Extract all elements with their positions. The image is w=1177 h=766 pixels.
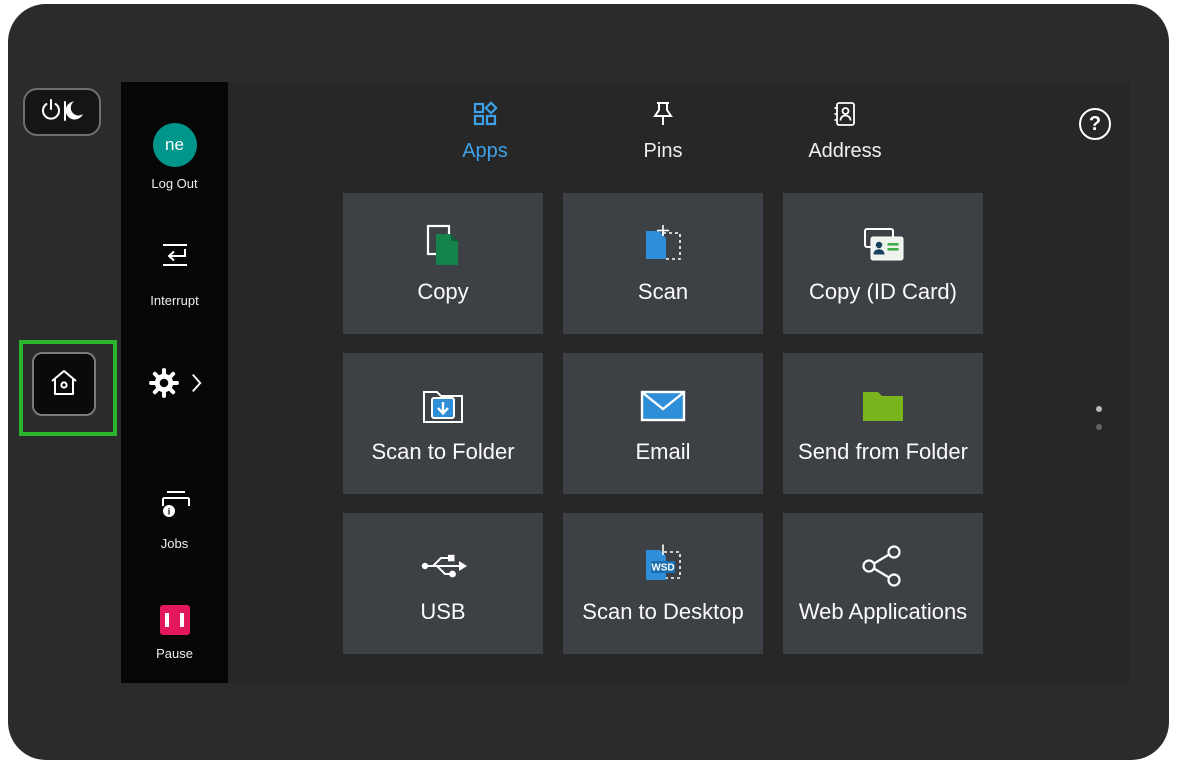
svg-text:i: i	[167, 507, 170, 517]
app-tile-send-from-folder[interactable]: Send from Folder	[783, 353, 983, 494]
app-tile-email[interactable]: Email	[563, 353, 763, 494]
app-tile-label: USB	[420, 599, 465, 625]
jobs-icon: i	[158, 488, 192, 525]
home-button[interactable]	[32, 352, 96, 416]
id-card-icon	[856, 222, 910, 270]
page-indicator[interactable]	[1093, 406, 1105, 430]
app-tile-label: Scan	[638, 279, 688, 305]
power-button[interactable]	[23, 88, 101, 136]
app-tile-copy-id-card[interactable]: Copy (ID Card)	[783, 193, 983, 334]
apps-grid-icon	[471, 100, 499, 133]
question-mark-icon: ?	[1089, 113, 1101, 136]
interrupt-icon	[158, 240, 192, 275]
copy-icon	[417, 222, 469, 270]
sidebar-item-logout[interactable]: ne Log Out	[121, 123, 228, 191]
tab-pins[interactable]: Pins	[603, 100, 723, 163]
tab-address[interactable]: Address	[785, 100, 905, 163]
scan-to-desktop-icon: WSD	[636, 542, 690, 590]
interrupt-label: Interrupt	[150, 293, 198, 308]
jobs-label: Jobs	[161, 536, 188, 551]
app-tile-label: Web Applications	[799, 599, 967, 625]
screenshot-root: ne Log Out	[0, 0, 1177, 766]
scan-to-folder-icon	[416, 382, 470, 430]
avatar-initials: ne	[165, 135, 184, 155]
tab-apps[interactable]: Apps	[425, 100, 545, 163]
app-tile-label: Email	[635, 439, 690, 465]
tab-apps-label: Apps	[462, 140, 508, 163]
tab-address-label: Address	[808, 140, 881, 163]
wsd-badge: WSD	[651, 563, 674, 574]
email-icon	[637, 382, 689, 430]
send-from-folder-icon	[856, 382, 910, 430]
page-dot-active[interactable]	[1096, 406, 1102, 412]
page-dot[interactable]	[1096, 424, 1102, 430]
app-tile-label: Send from Folder	[798, 439, 968, 465]
avatar: ne	[153, 123, 197, 167]
app-tile-label: Copy (ID Card)	[809, 279, 957, 305]
logout-label: Log Out	[151, 176, 197, 191]
pin-icon	[650, 100, 676, 133]
screen: ne Log Out	[121, 82, 1130, 683]
help-button[interactable]: ?	[1079, 108, 1111, 140]
app-tile-label: Scan to Folder	[371, 439, 514, 465]
app-tile-scan-to-desktop[interactable]: WSD Scan to Desktop	[563, 513, 763, 654]
main-content: Apps Pins	[228, 82, 1130, 683]
scan-icon	[637, 222, 689, 270]
app-tile-copy[interactable]: Copy	[343, 193, 543, 334]
home-icon	[47, 366, 81, 403]
sidebar-item-jobs[interactable]: i Jobs	[121, 488, 228, 551]
address-book-icon	[831, 100, 859, 133]
app-tile-label: Scan to Desktop	[582, 599, 743, 625]
app-tile-scan-to-folder[interactable]: Scan to Folder	[343, 353, 543, 494]
tab-pins-label: Pins	[644, 140, 683, 163]
chevron-right-icon	[190, 371, 203, 400]
web-applications-icon	[858, 542, 908, 590]
sidebar-item-interrupt[interactable]: Interrupt	[121, 240, 228, 308]
app-tile-scan[interactable]: Scan	[563, 193, 763, 334]
device-bezel: ne Log Out	[8, 4, 1169, 760]
gear-icon	[147, 366, 181, 405]
power-sleep-icon	[39, 97, 85, 128]
pause-label: Pause	[156, 646, 193, 661]
sidebar-item-pause[interactable]: Pause	[121, 605, 228, 661]
app-tile-usb[interactable]: USB	[343, 513, 543, 654]
sidebar: ne Log Out	[121, 82, 228, 683]
app-tile-web-applications[interactable]: Web Applications	[783, 513, 983, 654]
sidebar-item-settings[interactable]	[121, 366, 228, 405]
app-tile-label: Copy	[417, 279, 468, 305]
usb-icon	[415, 542, 471, 590]
app-grid: Copy Scan	[343, 193, 983, 654]
pause-icon	[160, 605, 190, 635]
